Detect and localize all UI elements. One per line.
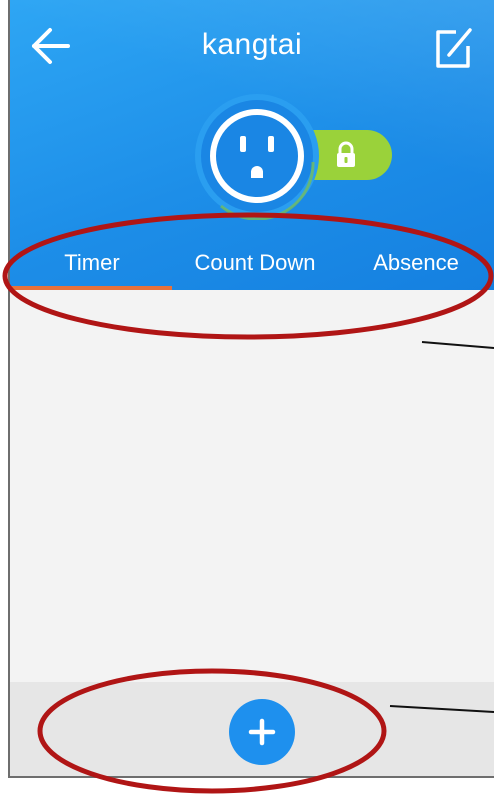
tab-absence[interactable]: Absence [336,236,494,290]
app-screen: kangtai Timer Count Down Absence [8,0,494,778]
timer-list-area [10,290,494,682]
add-timer-button[interactable] [229,699,295,765]
page-title: kangtai [201,28,303,61]
header: kangtai Timer Count Down Absence [10,0,494,290]
plus-icon [248,718,276,746]
edit-icon [436,28,472,68]
lock-icon [332,141,360,169]
tab-count-down[interactable]: Count Down [174,236,336,290]
tab-bar: Timer Count Down Absence [10,236,494,290]
device-power-button[interactable] [193,92,321,221]
edit-button[interactable] [432,24,476,72]
tab-timer[interactable]: Timer [10,236,174,290]
power-outlet-icon [195,94,319,221]
